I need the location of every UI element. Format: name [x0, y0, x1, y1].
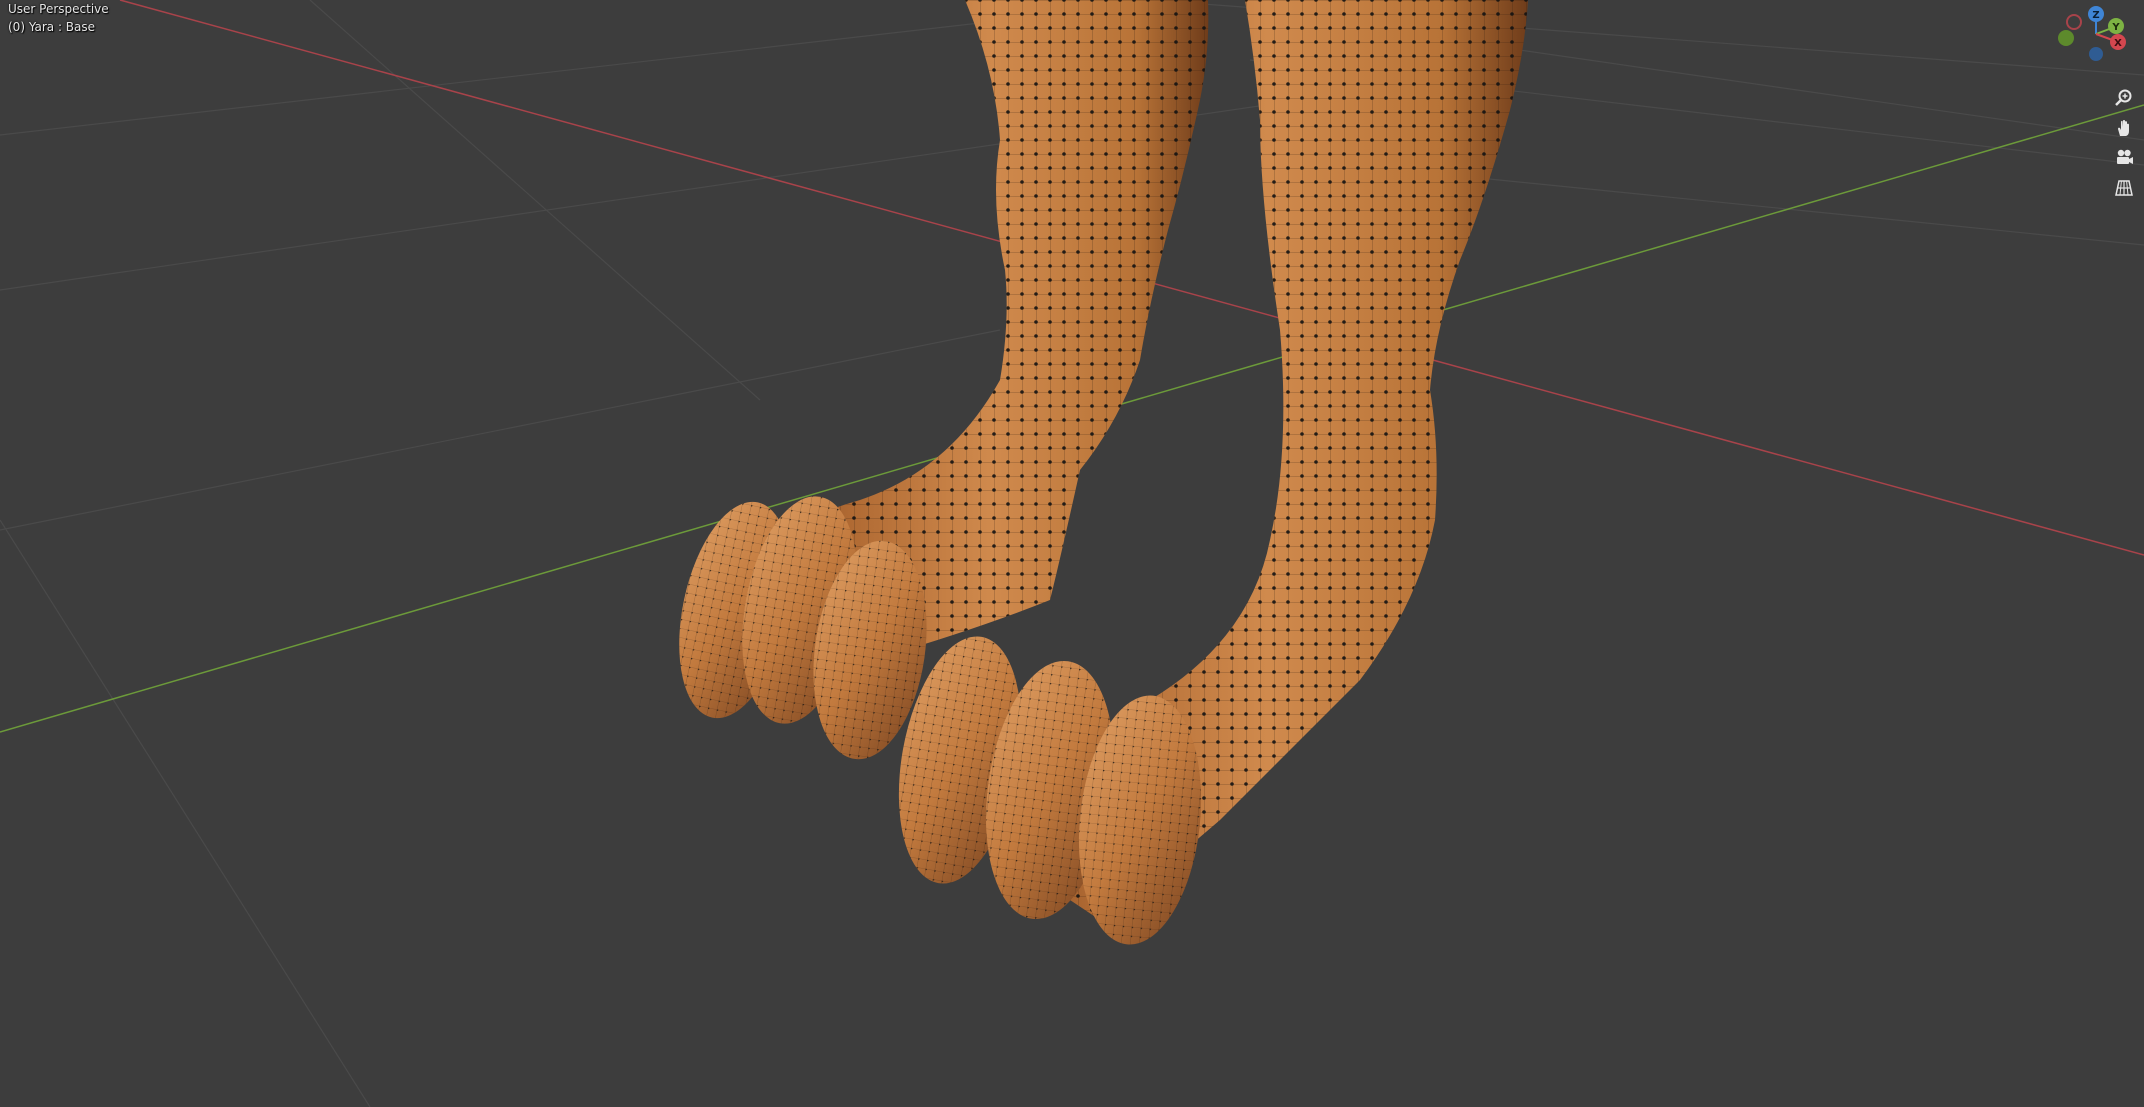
gizmo-x-icon[interactable]: X — [2110, 34, 2126, 50]
orthographic-grid-icon[interactable] — [2110, 174, 2138, 202]
gizmo-neg-y-icon[interactable] — [2058, 30, 2074, 46]
gizmo-x-label: X — [2114, 38, 2122, 49]
gizmo-z-icon[interactable]: Z — [2088, 6, 2104, 22]
gizmo-y-label: Y — [2111, 22, 2120, 33]
zoom-magnifier-icon[interactable] — [2110, 84, 2138, 112]
gizmo-y-icon[interactable]: Y — [2108, 18, 2124, 34]
hand-pan-icon[interactable] — [2110, 114, 2138, 142]
3d-viewport[interactable]: User Perspective (0) Yara : Base Z Y X — [0, 0, 2144, 1107]
gizmo-neg-z-icon[interactable] — [2089, 47, 2103, 61]
object-info-label: (0) Yara : Base — [8, 20, 96, 34]
scene-render — [0, 0, 2144, 1107]
gizmo-neg-x-icon[interactable] — [2066, 14, 2082, 30]
camera-icon[interactable] — [2110, 144, 2138, 172]
gizmo-z-label: Z — [2092, 10, 2099, 21]
axis-gizmo[interactable]: Z Y X — [2052, 4, 2140, 84]
view-name-label: User Perspective — [8, 2, 109, 16]
mesh-toes-right — [898, 636, 1202, 945]
